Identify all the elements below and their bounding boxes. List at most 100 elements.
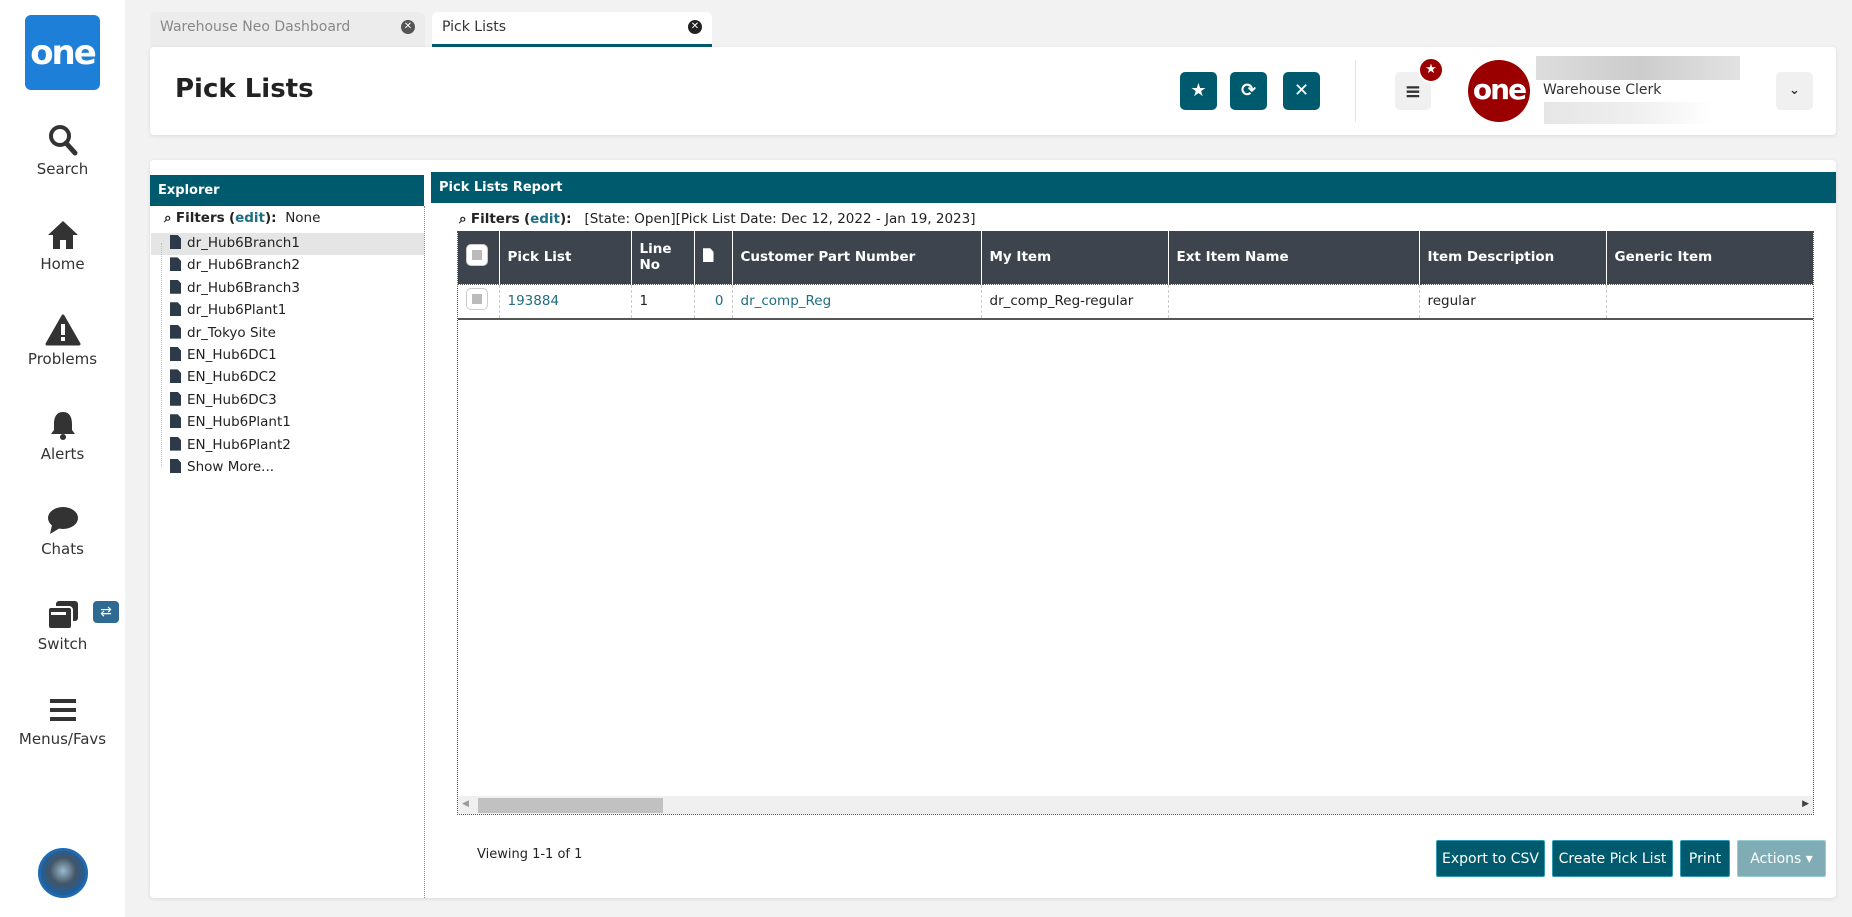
company-logo: one [1468,60,1530,122]
document-icon [170,347,181,361]
favorite-button[interactable]: ★ [1180,72,1217,110]
filters-label: Filters [470,211,520,227]
tab-warehouse-neo-dashboard[interactable]: Warehouse Neo Dashboard ✕ [150,12,425,47]
nav-alerts[interactable]: Alerts [0,409,125,463]
report-header: Pick Lists Report [431,172,1836,203]
tab-label: Warehouse Neo Dashboard [160,19,351,35]
col-ext-item-name[interactable]: Ext Item Name [1168,231,1420,284]
col-generic-item[interactable]: Generic Item [1606,231,1813,284]
col-customer-part-number[interactable]: Customer Part Number [732,231,982,284]
sidebar: one Search Home Problems Alerts Chats Sw… [0,0,125,917]
nav-home[interactable]: Home [0,219,125,273]
refresh-button[interactable]: ⟳ [1230,72,1267,110]
document-icon [170,257,181,272]
actions-dropdown-button[interactable]: Actions ▾ [1737,840,1826,877]
explorer-tree-item[interactable]: Show More... [170,459,274,475]
explorer-tree-item[interactable]: dr_Tokyo Site [170,324,276,341]
table-row[interactable]: 193884 1 0 dr_comp_Reg dr_comp_Reg-regul… [458,283,1813,320]
hamburger-icon: ≡ [1404,79,1422,103]
customer-part-link[interactable]: dr_comp_Reg [732,283,982,320]
item-description: regular [1419,283,1607,320]
document-icon [170,414,181,429]
bell-icon [50,412,75,440]
nav-search[interactable]: Search [0,124,125,178]
edit-filters-link[interactable]: edit [530,211,560,227]
tree-item-label: EN_Hub6Plant1 [187,414,291,431]
nav-problems[interactable]: Problems [0,314,125,368]
tree-item-label: Show More... [187,459,275,475]
explorer-tree-item[interactable]: EN_Hub6DC2 [170,369,277,385]
explorer-tree-item[interactable]: dr_Hub6Branch2 [170,257,300,273]
tree-item-label: EN_Hub6Plant2 [187,436,291,453]
tab-label: Pick Lists [442,19,507,35]
nav-menus-favs[interactable]: Menus/Favs [0,694,125,748]
tree-item-label: dr_Hub6Branch2 [187,257,300,274]
user-dropdown-button[interactable]: ⌄ [1776,72,1813,110]
chat-icon [47,507,78,534]
explorer-splitter[interactable] [424,206,425,898]
explorer-tree-item[interactable]: EN_Hub6Plant2 [170,436,291,453]
scrollbar-thumb[interactable] [478,798,663,813]
document-icon [170,279,181,294]
filters-label: Filters [175,210,225,226]
create-pick-list-button[interactable]: Create Pick List [1552,840,1673,877]
tree-line [161,243,162,467]
explorer-tree-item[interactable]: dr_Hub6Branch3 [170,279,300,296]
filters-value: [State: Open][Pick List Date: Dec 12, 20… [584,211,976,227]
refresh-icon: ⟳ [1240,80,1257,101]
app-logo[interactable]: one [25,15,100,90]
close-icon: ✕ [1293,80,1310,101]
scroll-right-icon[interactable]: ▶ [1802,799,1809,809]
warning-icon [45,314,80,346]
nav-label: Problems [27,350,98,368]
horizontal-scrollbar[interactable]: ◀ ▶ [458,796,1813,814]
close-icon[interactable]: ✕ [688,20,702,34]
tab-pick-lists[interactable]: Pick Lists ✕ [432,12,712,47]
close-icon[interactable]: ✕ [401,20,415,34]
row-checkbox[interactable] [458,283,500,320]
windows-icon [46,601,78,630]
search-icon: ⌕ [164,210,172,226]
switch-arrows-icon[interactable]: ⇄ [93,601,119,623]
export-csv-button[interactable]: Export to CSV [1436,840,1545,877]
user-avatar[interactable] [38,848,88,898]
pick-list-link[interactable]: 193884 [499,283,632,320]
explorer-tree-item[interactable]: dr_Hub6Plant1 [170,302,286,318]
redacted-user-name [1536,56,1740,80]
col-pick-list[interactable]: Pick List [499,231,632,284]
nav-chats[interactable]: Chats [0,504,125,558]
col-line-no[interactable]: Line No [631,231,695,284]
explorer-header: Explorer [150,175,424,206]
explorer-tree-item[interactable]: dr_Hub6Branch1 [170,235,300,251]
tree-item-label: EN_Hub6DC3 [187,391,277,408]
viewing-count: Viewing 1-1 of 1 [477,847,583,862]
user-role: Warehouse Clerk [1543,82,1662,98]
nav-label: Menus/Favs [18,730,107,748]
documents-count-link[interactable]: 0 [694,283,733,320]
scroll-left-icon[interactable]: ◀ [462,799,469,809]
ext-item-name [1168,283,1420,320]
redacted-user-detail [1544,102,1714,124]
tree-item-label: dr_Hub6Branch3 [187,279,300,296]
explorer-tree-item[interactable]: EN_Hub6DC1 [170,347,277,363]
filters-value: None [285,210,321,226]
edit-filters-link[interactable]: edit [235,210,265,226]
document-icon [702,248,714,263]
explorer-tree-item[interactable]: EN_Hub6Plant1 [170,414,291,430]
select-all-checkbox[interactable] [458,231,500,284]
col-item-description[interactable]: Item Description [1419,231,1607,284]
explorer-tree-item[interactable]: EN_Hub6DC3 [170,391,277,408]
tree-item-label: dr_Tokyo Site [187,324,276,341]
hamburger-icon [49,699,76,721]
favorites-badge-star-icon: ★ [1418,57,1444,83]
print-button[interactable]: Print [1680,840,1730,877]
page-title: Pick Lists [175,74,314,104]
chevron-down-icon: ⌄ [1789,83,1800,98]
col-documents[interactable] [694,231,733,284]
tree-item-label: dr_Hub6Branch1 [187,235,300,251]
col-my-item[interactable]: My Item [981,231,1169,284]
close-page-button[interactable]: ✕ [1283,72,1320,110]
nav-label: Search [36,160,89,178]
generic-item [1606,283,1813,320]
tree-item-label: EN_Hub6DC1 [187,347,277,363]
